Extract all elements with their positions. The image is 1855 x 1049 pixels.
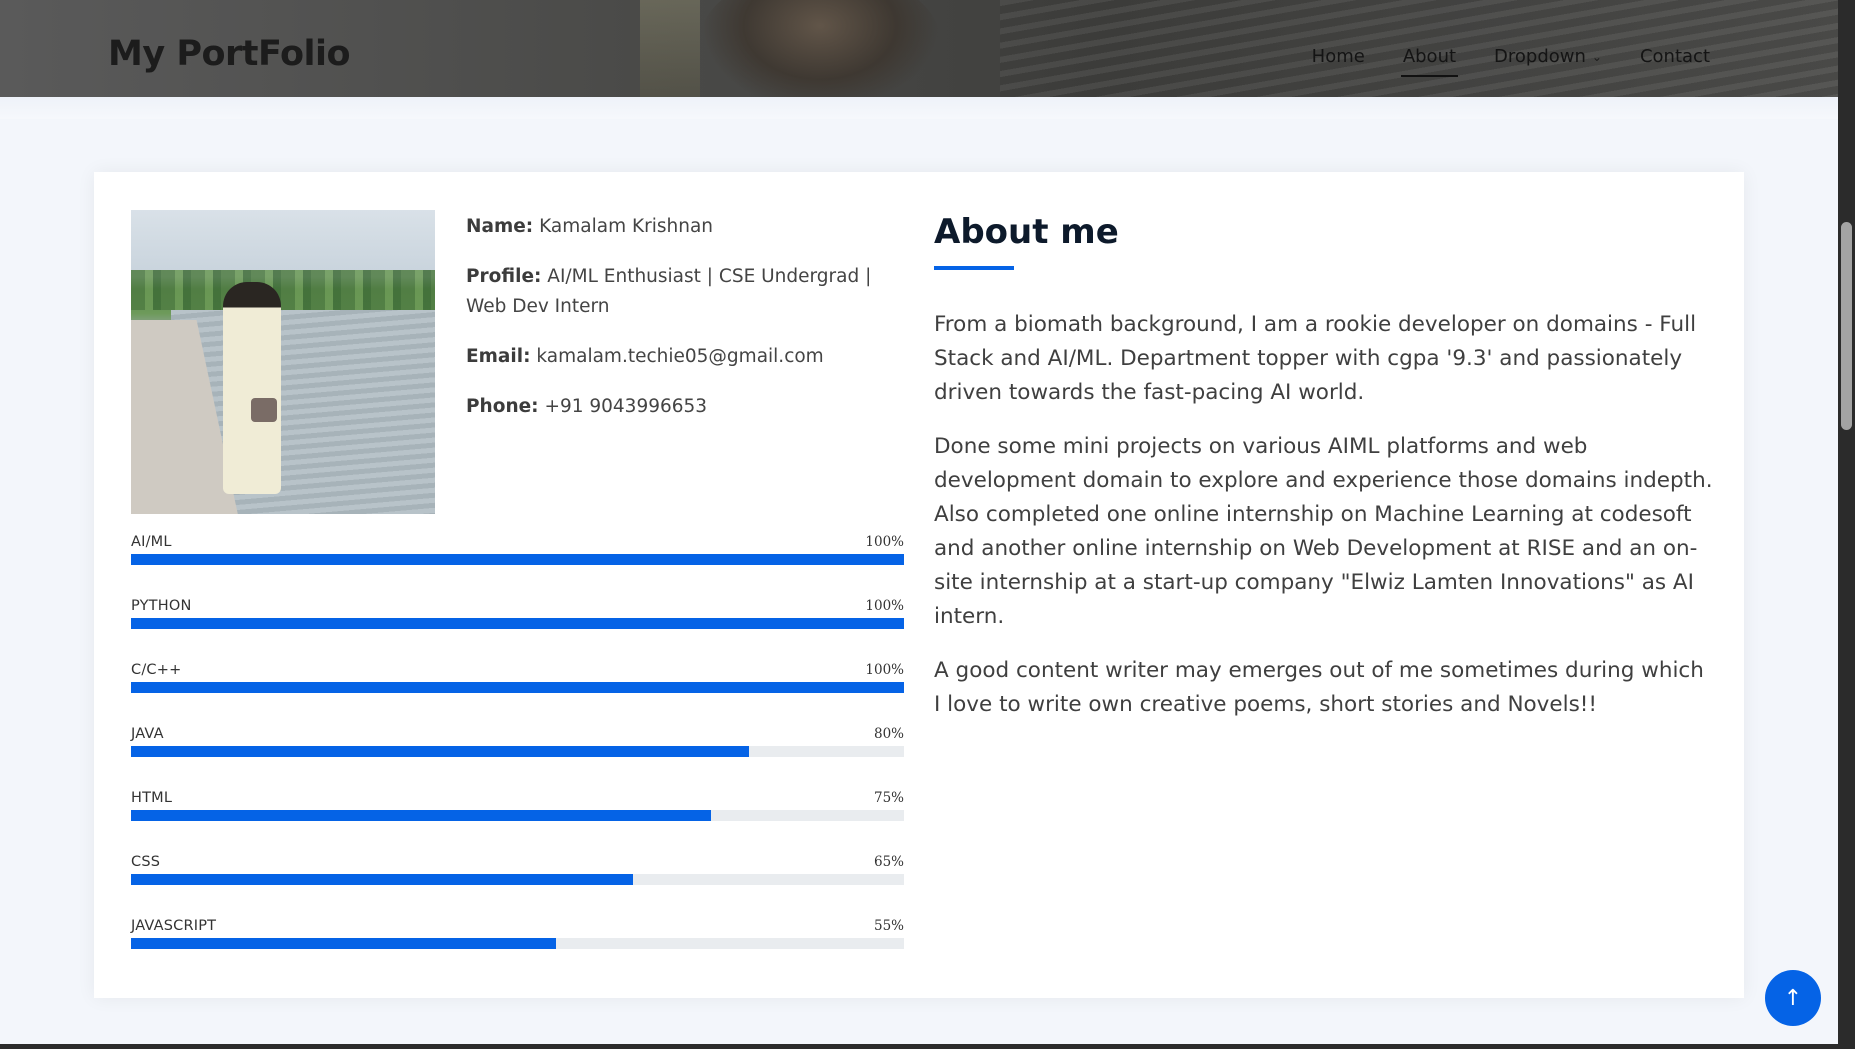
skills-list: AI/ML 100% PYTHON 100% C/C++ 100% JAVA 8… (131, 534, 904, 982)
header-shadow (0, 97, 1838, 119)
window-bottom-edge (0, 1044, 1855, 1049)
nav-label: Dropdown (1494, 46, 1586, 67)
skill-progress-track (131, 874, 904, 885)
field-value[interactable]: kamalam.techie05@gmail.com (536, 346, 823, 367)
header-background-photo (640, 0, 700, 97)
skill-progress-fill (131, 746, 750, 757)
field-label: Email: (466, 346, 531, 367)
skill-item: AI/ML 100% (131, 534, 904, 598)
page-scrollbar[interactable] (1838, 0, 1855, 1049)
site-logo[interactable]: My PortFolio (108, 34, 351, 74)
skill-progress-track (131, 938, 904, 949)
skill-item: PYTHON 100% (131, 598, 904, 662)
skill-name: HTML (131, 790, 173, 806)
skill-progress-track (131, 554, 904, 565)
skill-name: JAVASCRIPT (131, 918, 217, 934)
scrollbar-thumb[interactable] (1841, 222, 1852, 430)
nav-dropdown[interactable]: Dropdown ⌄ (1494, 46, 1602, 67)
field-label: Profile: (466, 266, 542, 287)
nav-contact[interactable]: Contact (1640, 46, 1710, 67)
skill-name: JAVA (131, 726, 164, 742)
nav-label: Contact (1639, 46, 1710, 67)
skill-name: AI/ML (131, 534, 172, 550)
profile-phone: Phone: +91 9043996653 (466, 392, 906, 422)
skill-progress-track (131, 746, 904, 757)
skill-item: CSS 65% (131, 854, 904, 918)
header-background-photo (700, 0, 940, 97)
about-paragraph: From a biomath background, I am a rookie… (934, 312, 1697, 405)
skill-progress-fill (131, 938, 557, 949)
skill-percent: 100% (865, 662, 904, 678)
skill-percent: 75% (873, 790, 904, 806)
photo-person (223, 282, 281, 494)
about-paragraph: A good content writer may emerges out of… (934, 658, 1704, 717)
skill-progress-fill (131, 874, 634, 885)
skill-percent: 100% (865, 598, 904, 614)
photo-trees (131, 270, 435, 310)
about-card: Name: Kamalam Krishnan Profile: AI/ML En… (94, 172, 1744, 998)
skill-item: HTML 75% (131, 790, 904, 854)
photo-bag (251, 398, 277, 422)
skill-percent: 80% (873, 726, 904, 742)
skill-percent: 55% (873, 918, 904, 934)
skill-progress-track (131, 618, 904, 629)
profile-email: Email: kamalam.techie05@gmail.com (466, 342, 906, 372)
arrow-up-icon: ↑ (1783, 985, 1803, 1011)
skill-name: PYTHON (131, 598, 192, 614)
skill-percent: 65% (873, 854, 904, 870)
title-underline (934, 266, 1014, 270)
skill-item: JAVASCRIPT 55% (131, 918, 904, 982)
skill-progress-fill (131, 618, 904, 629)
about-paragraph: Done some mini projects on various AIML … (934, 434, 1713, 629)
skill-name: C/C++ (131, 662, 182, 678)
skill-progress-fill (131, 810, 711, 821)
site-header: My PortFolio Home About Dropdown ⌄ Contac… (0, 0, 1838, 97)
profile-name: Name: Kamalam Krishnan (466, 212, 906, 242)
skill-name: CSS (131, 854, 161, 870)
about-title: About me (934, 212, 1119, 252)
skill-progress-fill (131, 554, 904, 565)
field-label: Name: (466, 216, 534, 237)
nav-label: Home (1311, 46, 1365, 67)
nav-label: About (1402, 46, 1457, 67)
field-label: Phone: (466, 396, 539, 417)
skill-item: C/C++ 100% (131, 662, 904, 726)
chevron-down-icon: ⌄ (1591, 49, 1602, 64)
nav-about[interactable]: About (1400, 46, 1459, 77)
skill-progress-fill (131, 682, 904, 693)
main-nav: Home About Dropdown ⌄ Contact (1274, 46, 1710, 77)
skill-item: JAVA 80% (131, 726, 904, 790)
profile-profile: Profile: AI/ML Enthusiast | CSE Undergra… (466, 262, 906, 322)
profile-info: Name: Kamalam Krishnan Profile: AI/ML En… (466, 212, 906, 442)
skill-progress-track (131, 682, 904, 693)
about-section: About me From a biomath background, I am… (934, 212, 1714, 742)
field-value[interactable]: +91 9043996653 (544, 396, 707, 417)
skill-percent: 100% (865, 534, 904, 550)
profile-photo (131, 210, 435, 514)
field-value: Kamalam Krishnan (539, 216, 714, 237)
nav-home[interactable]: Home (1312, 46, 1365, 67)
back-to-top-button[interactable]: ↑ (1765, 970, 1821, 1026)
skill-progress-track (131, 810, 904, 821)
